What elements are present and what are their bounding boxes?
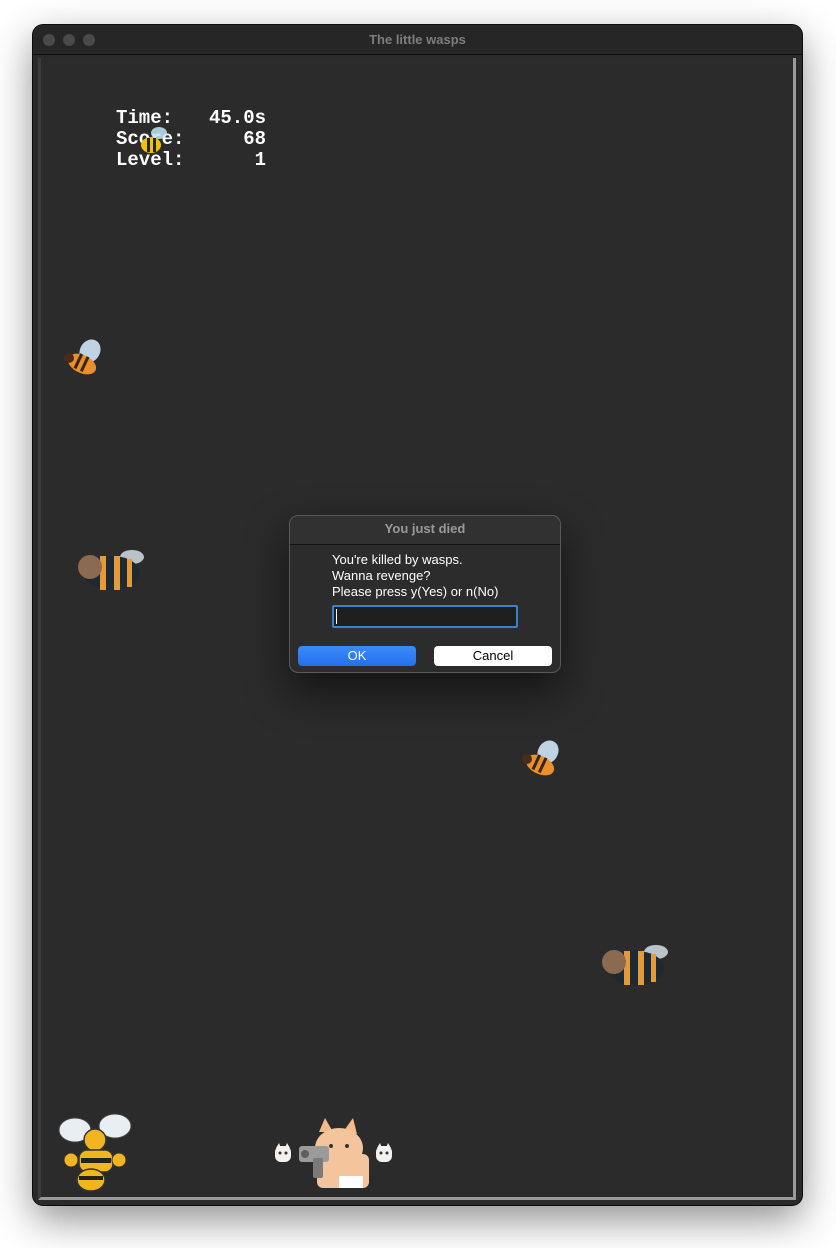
dialog-line: Wanna revenge? [332, 568, 431, 583]
dialog-title: You just died [290, 516, 560, 545]
ghost-cat-icon [275, 1143, 291, 1162]
ghost-cat-icon [376, 1143, 392, 1162]
small-bee-icon [141, 127, 167, 153]
dialog-line: Please press y(Yes) or n(No) [332, 584, 499, 599]
level-value: 1 [254, 149, 266, 171]
time-value: 45.0s [208, 107, 266, 129]
gun-cat-icon [299, 1118, 369, 1188]
dialog-line: You're killed by wasps. [332, 552, 463, 567]
fat-bee-icon [602, 945, 668, 985]
answer-input[interactable] [332, 605, 518, 628]
boss-wasp-icon [58, 1113, 132, 1192]
bee-icon [64, 339, 101, 375]
score-value: 68 [243, 128, 266, 150]
window-title: The little wasps [369, 32, 466, 47]
dialog-message: You're killed by wasps. Wanna revenge? P… [332, 552, 498, 600]
bee-icon [522, 740, 559, 776]
cancel-button[interactable]: Cancel [434, 646, 552, 666]
ok-button[interactable]: OK [298, 646, 416, 666]
fat-bee-icon [78, 550, 144, 590]
text-caret [336, 609, 337, 624]
death-dialog: You just died You're killed by wasps. Wa… [289, 515, 561, 673]
title-bar: The little wasps [33, 25, 802, 55]
